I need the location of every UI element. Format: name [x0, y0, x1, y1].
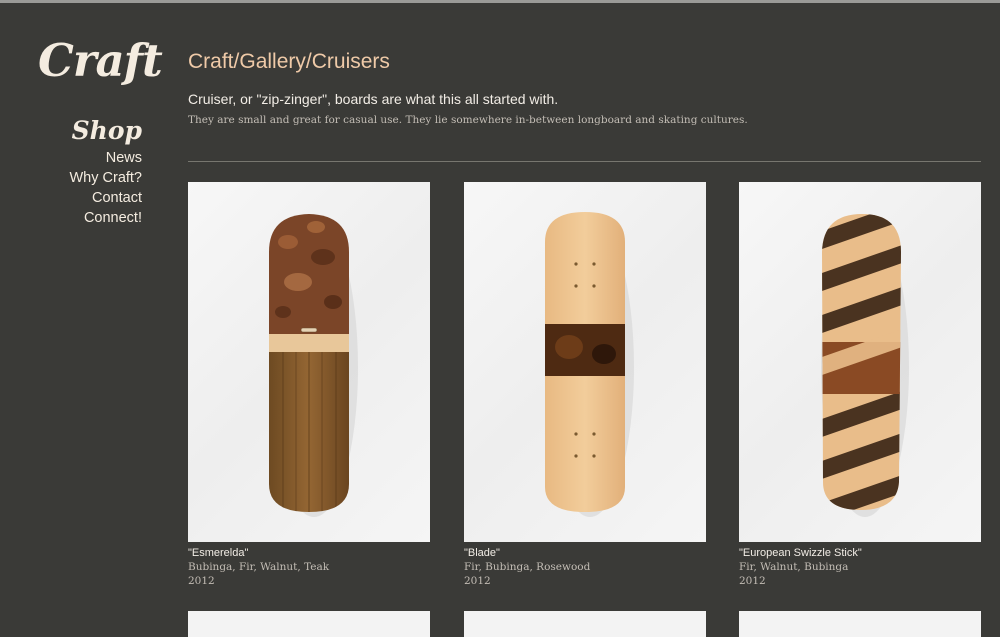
nav-item-why-craft[interactable]: Why Craft? [2, 168, 142, 188]
divider [188, 161, 981, 162]
product-woods: Fir, Bubinga, Rosewood [464, 561, 591, 573]
product-title[interactable]: "Blade" [464, 547, 706, 560]
product-year: 2012 [188, 575, 215, 587]
product-image-blade[interactable] [464, 182, 706, 542]
product-woods: Bubinga, Fir, Walnut, Teak [188, 561, 330, 573]
nav-item-news[interactable]: News [2, 148, 142, 168]
product-year: 2012 [739, 575, 766, 587]
breadcrumb: Craft/Gallery/Cruisers [188, 50, 390, 74]
product-card-european-swizzle-stick[interactable]: "European Swizzle Stick" Fir, Walnut, Bu… [739, 182, 981, 588]
main-content: Craft/Gallery/Cruisers Cruiser, or "zip-… [188, 0, 981, 637]
product-image-european-swizzle-stick[interactable] [739, 182, 981, 542]
main-nav: Shop News Why Craft? Contact Connect! [2, 116, 142, 228]
product-title[interactable]: "Esmerelda" [188, 547, 430, 560]
nav-item-contact[interactable]: Contact [2, 188, 142, 208]
intro-text: Cruiser, or "zip-zinger", boards are wha… [188, 91, 559, 107]
product-card-blade[interactable]: "Blade" Fir, Bubinga, Rosewood 2012 [464, 182, 706, 588]
breadcrumb-craft[interactable]: Craft [188, 50, 234, 73]
product-woods: Fir, Walnut, Bubinga [739, 561, 849, 573]
product-card-partial[interactable] [464, 611, 706, 637]
product-card-partial[interactable] [739, 611, 981, 637]
site-logo[interactable]: Craft [38, 38, 163, 83]
breadcrumb-cruisers: Cruisers [311, 50, 390, 73]
description-text: They are small and great for casual use.… [188, 114, 748, 126]
nav-item-connect[interactable]: Connect! [2, 208, 142, 228]
product-year: 2012 [464, 575, 491, 587]
product-card-esmerelda[interactable]: "Esmerelda" Bubinga, Fir, Walnut, Teak 2… [188, 182, 430, 588]
sidebar: Craft Shop News Why Craft? Contact Conne… [0, 0, 163, 637]
breadcrumb-gallery[interactable]: Gallery [239, 50, 306, 73]
product-card-partial[interactable] [188, 611, 430, 637]
product-title[interactable]: "European Swizzle Stick" [739, 547, 981, 560]
nav-item-shop[interactable]: Shop [2, 116, 142, 146]
product-image-esmerelda[interactable] [188, 182, 430, 542]
